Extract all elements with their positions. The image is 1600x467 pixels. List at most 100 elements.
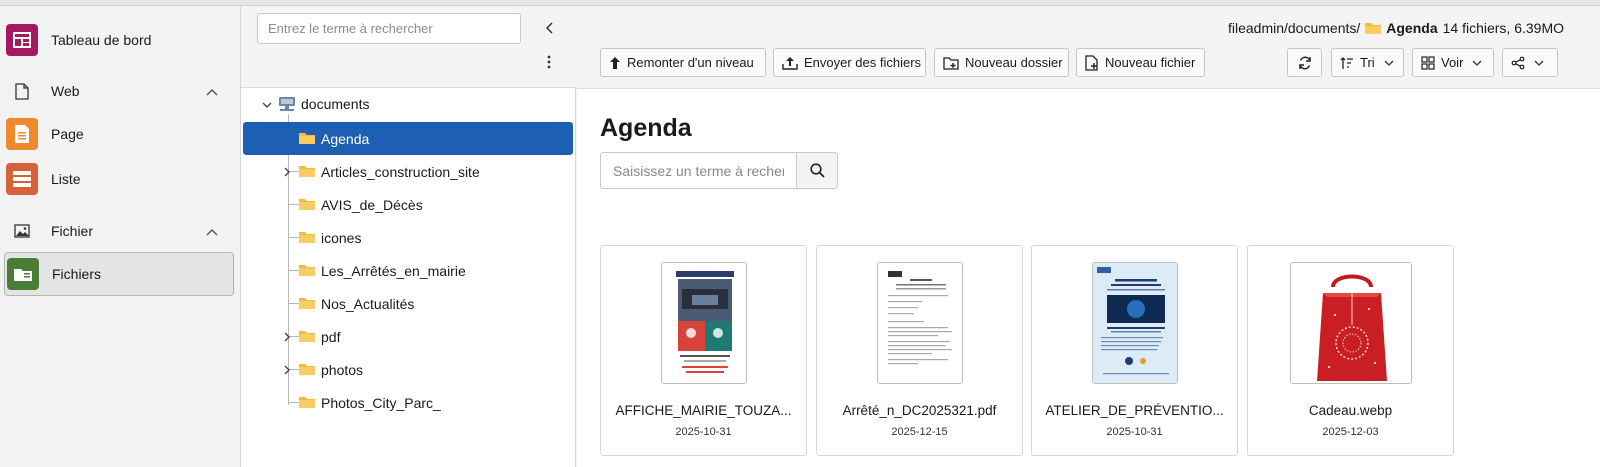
upload-files-button[interactable]: Envoyer des fichiers	[773, 48, 926, 77]
sort-icon	[1340, 56, 1353, 69]
more-vertical-icon	[547, 55, 551, 69]
breadcrumb: fileadmin/documents/ Agenda 14 fichiers,…	[1228, 20, 1564, 36]
refresh-button[interactable]	[1287, 48, 1322, 77]
module-group-file[interactable]: Fichier	[4, 216, 234, 246]
file-name[interactable]: ATELIER_DE_PRÉVENTIO...	[1038, 403, 1231, 418]
share-dropdown[interactable]	[1502, 48, 1558, 77]
file-list-main: fileadmin/documents/ Agenda 14 fichiers,…	[577, 6, 1600, 467]
tree-node-label: Agenda	[321, 131, 370, 147]
level-up-icon	[610, 56, 620, 69]
breadcrumb-path[interactable]: fileadmin/documents/	[1228, 20, 1360, 36]
search-button[interactable]	[796, 152, 838, 189]
file-name[interactable]: AFFICHE_MAIRIE_TOUZA...	[607, 403, 800, 418]
tree-node-label: photos	[321, 362, 364, 378]
module-menu: Tableau de bord Web Page Liste Fichier F…	[0, 6, 241, 467]
tree-node-label: Photos_City_Parc_	[321, 395, 441, 411]
refresh-icon	[1298, 56, 1311, 69]
chevron-up-icon	[206, 224, 218, 239]
folder-icon	[298, 164, 316, 181]
chevron-down-icon	[1472, 60, 1482, 66]
tree-node-label: pdf	[321, 329, 341, 345]
tree-node-icones[interactable]: icones	[243, 221, 573, 254]
chevron-down-icon	[1384, 60, 1394, 66]
storage-icon	[278, 96, 296, 115]
tree-node-label: documents	[301, 96, 370, 112]
chevron-down-icon	[1534, 60, 1544, 66]
sort-dropdown[interactable]: Tri	[1331, 48, 1404, 77]
image-icon	[6, 219, 38, 243]
files-icon	[7, 258, 39, 290]
tree-actions-button[interactable]	[539, 52, 559, 72]
doc-header: fileadmin/documents/ Agenda 14 fichiers,…	[577, 6, 1600, 89]
file-name[interactable]: Cadeau.webp	[1254, 403, 1447, 418]
view-dropdown[interactable]: Voir	[1412, 48, 1494, 77]
module-page[interactable]: Page	[4, 112, 234, 156]
document-icon	[6, 79, 38, 103]
module-list-label: Liste	[51, 171, 81, 187]
folder-icon	[298, 395, 316, 412]
file-date: 2025-10-31	[675, 426, 732, 438]
chevron-right-icon[interactable]	[280, 330, 294, 344]
page-icon	[6, 118, 38, 150]
module-page-label: Page	[51, 126, 84, 142]
tree-node-arretes[interactable]: Les_Arrêtés_en_mairie	[243, 254, 573, 287]
file-plus-icon	[1085, 54, 1098, 71]
file-card[interactable]: ATELIER_DE_PRÉVENTIO... 2025-10-31	[1031, 245, 1238, 456]
file-thumbnail[interactable]	[1290, 262, 1412, 384]
tree-node-label: Articles_construction_site	[321, 164, 480, 180]
file-date: 2025-12-15	[891, 426, 948, 438]
folder-icon	[298, 230, 316, 247]
file-search	[600, 152, 838, 189]
tree-node-label: Nos_Actualités	[321, 296, 415, 312]
folder-icon	[298, 362, 316, 379]
file-thumbnail[interactable]	[877, 262, 963, 384]
folder-icon	[298, 329, 316, 346]
file-card[interactable]: Arrêté_n_DC2025321.pdf 2025-12-15	[816, 245, 1023, 456]
module-group-web[interactable]: Web	[4, 76, 234, 106]
tree-node-label: AVIS_de_Décès	[321, 197, 423, 213]
folder-plus-icon	[943, 56, 959, 70]
tree-node-photos[interactable]: photos	[243, 353, 573, 386]
file-thumbnail[interactable]	[1092, 262, 1178, 384]
file-name[interactable]: Arrêté_n_DC2025321.pdf	[823, 403, 1016, 418]
module-group-web-label: Web	[51, 83, 80, 99]
share-icon	[1511, 56, 1525, 69]
tree-node-city-parc[interactable]: Photos_City_Parc_	[243, 386, 573, 419]
folder-icon	[298, 296, 316, 313]
module-files-label: Fichiers	[52, 266, 102, 282]
module-dashboard-label: Tableau de bord	[51, 32, 152, 48]
tree-search-input[interactable]	[257, 13, 521, 44]
tree-node-avis[interactable]: AVIS_de_Décès	[243, 188, 573, 221]
file-card[interactable]: Cadeau.webp 2025-12-03	[1247, 245, 1454, 456]
chevron-up-icon	[206, 84, 218, 99]
tree-node-articles[interactable]: Articles_construction_site	[243, 155, 573, 188]
folder-icon	[298, 131, 316, 148]
new-file-button[interactable]: Nouveau fichier	[1076, 48, 1205, 77]
tree-node-pdf[interactable]: pdf	[243, 320, 573, 353]
chevron-right-icon[interactable]	[280, 165, 294, 179]
chevron-down-icon[interactable]	[260, 98, 274, 112]
file-thumbnail[interactable]	[661, 262, 747, 384]
folder-tree-panel: documents Agenda Articles_construction_s…	[241, 6, 576, 467]
chevron-right-icon[interactable]	[280, 363, 294, 377]
file-date: 2025-12-03	[1322, 426, 1379, 438]
collapse-panel-button[interactable]	[539, 18, 559, 38]
dashboard-icon	[6, 24, 38, 56]
tree-node-root[interactable]: documents	[243, 88, 573, 121]
module-dashboard[interactable]: Tableau de bord	[4, 18, 234, 62]
tree-node-agenda[interactable]: Agenda	[243, 122, 573, 155]
folder-icon	[298, 197, 316, 214]
upload-icon	[782, 56, 798, 70]
tree-node-label: icones	[321, 230, 362, 246]
folder-info: 14 fichiers, 6.39MO	[1442, 20, 1564, 36]
module-files[interactable]: Fichiers	[4, 252, 234, 296]
folder-icon	[1364, 21, 1382, 35]
new-folder-button[interactable]: Nouveau dossier	[934, 48, 1069, 77]
tree-node-actualites[interactable]: Nos_Actualités	[243, 287, 573, 320]
file-card[interactable]: AFFICHE_MAIRIE_TOUZA... 2025-10-31	[600, 245, 807, 456]
module-list[interactable]: Liste	[4, 157, 234, 201]
module-group-file-label: Fichier	[51, 223, 94, 239]
go-up-button[interactable]: Remonter d'un niveau	[600, 48, 766, 77]
tree-toolbar	[241, 6, 576, 88]
file-search-input[interactable]	[600, 152, 796, 189]
